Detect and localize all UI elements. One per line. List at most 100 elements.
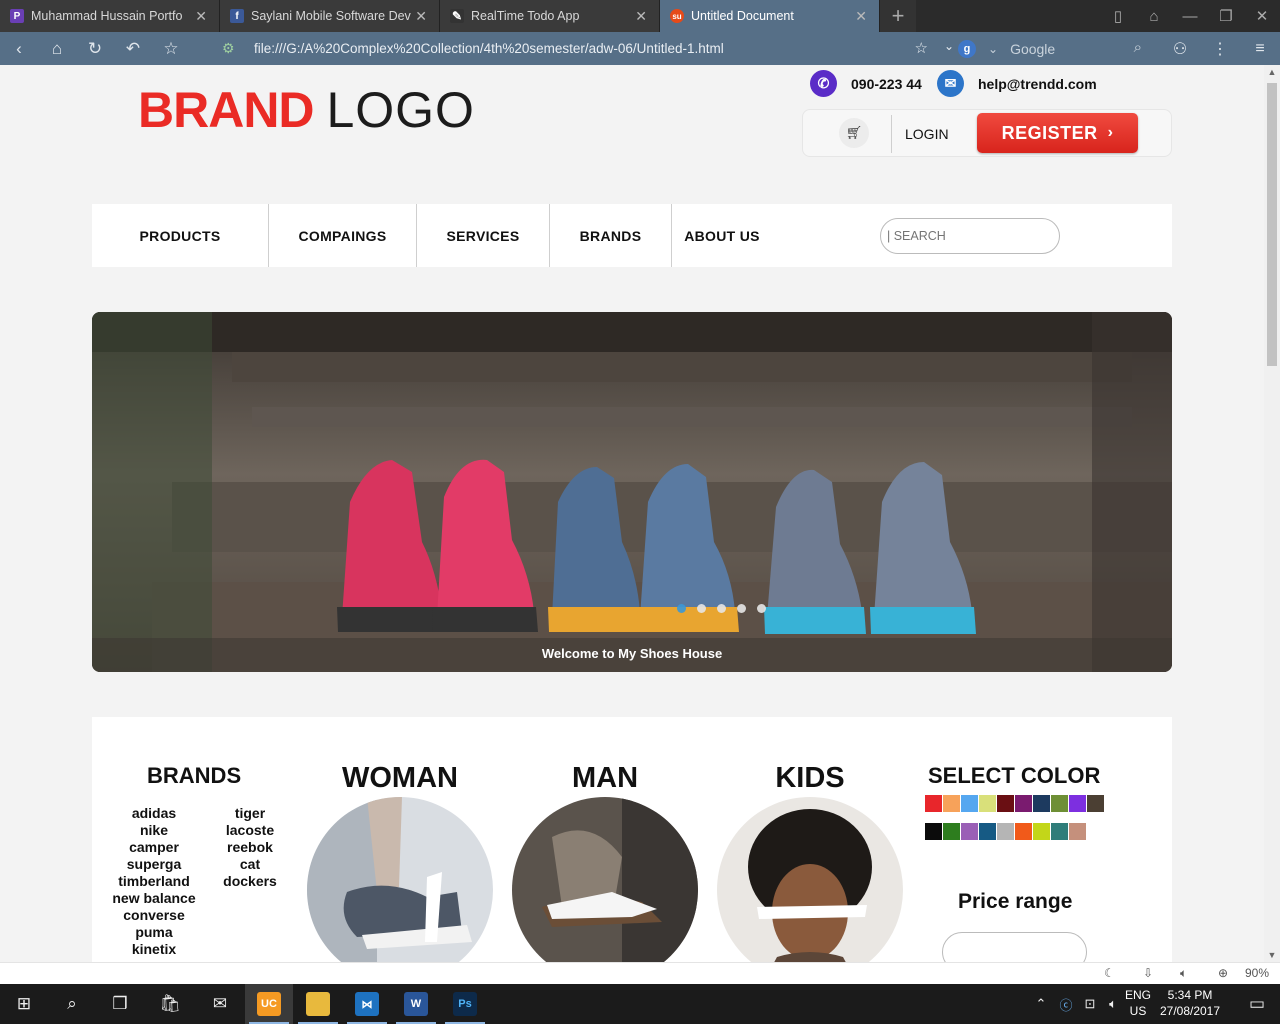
download-icon[interactable]: ⇩ bbox=[1143, 966, 1153, 980]
brand-link[interactable]: superga bbox=[106, 856, 202, 873]
search-icon[interactable]: ⌕ bbox=[48, 984, 96, 1024]
brand-link[interactable]: timberland bbox=[106, 873, 202, 890]
color-swatch[interactable] bbox=[925, 823, 942, 840]
address-bar[interactable]: ⚙ file:///G:/A%20Complex%20Collection/4t… bbox=[222, 36, 954, 61]
bookmark-star-icon[interactable]: ☆ bbox=[152, 32, 190, 65]
zoom-level[interactable]: 90% bbox=[1245, 966, 1269, 980]
shirt-skin-icon[interactable]: ⌂ bbox=[1136, 0, 1172, 32]
brand-link[interactable]: dockers bbox=[214, 873, 286, 890]
new-tab-button[interactable]: + bbox=[880, 0, 916, 32]
reload-icon[interactable]: ↻ bbox=[76, 32, 114, 65]
photoshop-icon[interactable]: Ps bbox=[441, 984, 489, 1024]
tab-close-icon[interactable]: ✕ bbox=[855, 8, 867, 25]
uc-browser-icon[interactable]: UC bbox=[245, 984, 293, 1024]
restore-icon[interactable]: ❐ bbox=[1208, 0, 1244, 32]
speaker-icon[interactable]: 🔈︎ bbox=[1102, 996, 1124, 1012]
slider-dot[interactable] bbox=[717, 604, 726, 613]
brand-link[interactable]: kinetix bbox=[106, 941, 202, 958]
brand-link[interactable]: nike bbox=[106, 822, 202, 839]
color-swatch[interactable] bbox=[1033, 795, 1050, 812]
engine-dropdown-icon[interactable]: ⌄ bbox=[988, 42, 998, 56]
nav-item-about-us[interactable]: ABOUT US bbox=[672, 204, 772, 267]
brand-link[interactable]: reebok bbox=[214, 839, 286, 856]
brand-link[interactable]: converse bbox=[106, 907, 202, 924]
nav-item-compaings[interactable]: COMPAINGS bbox=[269, 204, 416, 267]
search-engine-icon[interactable]: g bbox=[958, 39, 976, 58]
minimize-icon[interactable]: — bbox=[1172, 0, 1208, 32]
color-swatch[interactable] bbox=[1033, 823, 1050, 840]
price-range-input[interactable] bbox=[942, 932, 1087, 962]
system-clock[interactable]: 5:34 PM 27/08/2017 bbox=[1150, 987, 1230, 1019]
mail-icon[interactable]: ✉ bbox=[196, 984, 244, 1024]
action-center-icon[interactable]: ▭ bbox=[1234, 984, 1280, 1024]
show-hidden-icons-icon[interactable]: ⌃ bbox=[1028, 996, 1054, 1012]
category-kids[interactable]: KIDS bbox=[717, 761, 903, 962]
brand-link[interactable]: camper bbox=[106, 839, 202, 856]
nav-search-input[interactable] bbox=[880, 218, 1060, 254]
brand-link[interactable]: cat bbox=[214, 856, 286, 873]
slider-dot-active[interactable] bbox=[677, 604, 686, 613]
color-swatch[interactable] bbox=[979, 823, 996, 840]
browser-tab[interactable]: P Muhammad Hussain Portfo ✕ bbox=[0, 0, 220, 32]
color-swatch[interactable] bbox=[943, 823, 960, 840]
color-swatch[interactable] bbox=[961, 795, 978, 812]
more-menu-icon[interactable]: ⋮ bbox=[1200, 32, 1240, 65]
category-man[interactable]: MAN bbox=[512, 761, 698, 962]
vertical-scrollbar[interactable]: ▲ ▼ bbox=[1264, 65, 1280, 962]
search-icon[interactable]: ⌕ bbox=[1134, 39, 1142, 56]
color-swatch[interactable] bbox=[997, 823, 1014, 840]
color-swatch[interactable] bbox=[1069, 823, 1086, 840]
brand-logo[interactable]: BRAND LOGO bbox=[138, 85, 475, 135]
browser-tab[interactable]: ✎ RealTime Todo App ✕ bbox=[440, 0, 660, 32]
file-explorer-icon[interactable] bbox=[294, 984, 342, 1024]
brand-link[interactable]: lacoste bbox=[214, 822, 286, 839]
brand-link[interactable]: tiger bbox=[214, 805, 286, 822]
home-icon[interactable]: ⌂ bbox=[38, 32, 76, 65]
color-swatch[interactable] bbox=[925, 795, 942, 812]
night-mode-icon[interactable]: ☾ bbox=[1104, 966, 1115, 980]
nav-item-services[interactable]: SERVICES bbox=[417, 204, 549, 267]
zoom-icon[interactable]: ⊕ bbox=[1218, 966, 1228, 980]
color-swatch[interactable] bbox=[943, 795, 960, 812]
brand-link[interactable]: puma bbox=[106, 924, 202, 941]
hamburger-menu-icon[interactable]: ≡ bbox=[1240, 32, 1280, 65]
back-icon[interactable]: ‹ bbox=[0, 32, 38, 65]
nav-item-products[interactable]: PRODUCTS bbox=[92, 204, 268, 267]
tab-close-icon[interactable]: ✕ bbox=[415, 8, 427, 25]
slider-dot[interactable] bbox=[757, 604, 766, 613]
scrollbar-thumb[interactable] bbox=[1267, 83, 1277, 366]
tab-close-icon[interactable]: ✕ bbox=[635, 8, 647, 25]
slider-dot[interactable] bbox=[737, 604, 746, 613]
color-swatch[interactable] bbox=[1015, 823, 1032, 840]
visual-studio-code-icon[interactable]: ⋈ bbox=[343, 984, 391, 1024]
browser-tab-active[interactable]: su Untitled Document ✕ bbox=[660, 0, 880, 32]
favorite-star-icon[interactable]: ☆ bbox=[915, 39, 928, 57]
close-window-icon[interactable]: ✕ bbox=[1244, 0, 1280, 32]
scroll-down-icon[interactable]: ▼ bbox=[1264, 950, 1280, 960]
cortana-icon[interactable]: ⓒ bbox=[1054, 995, 1078, 1014]
color-swatch[interactable] bbox=[961, 823, 978, 840]
brand-link[interactable]: adidas bbox=[106, 805, 202, 822]
color-swatch[interactable] bbox=[1015, 795, 1032, 812]
undo-close-icon[interactable]: ↶ bbox=[114, 32, 152, 65]
browser-tab[interactable]: f Saylani Mobile Software Dev ✕ bbox=[220, 0, 440, 32]
slider-dot[interactable] bbox=[697, 604, 706, 613]
color-swatch[interactable] bbox=[979, 795, 996, 812]
tab-close-icon[interactable]: ✕ bbox=[195, 8, 207, 25]
windows-start-icon[interactable]: ⊞ bbox=[0, 984, 48, 1024]
store-icon[interactable]: 🛍︎ bbox=[146, 984, 194, 1024]
url-dropdown-icon[interactable]: ⌄ bbox=[944, 39, 954, 53]
cart-icon[interactable]: 🛒︎ bbox=[839, 118, 869, 148]
color-swatch[interactable] bbox=[1087, 795, 1104, 812]
email-address[interactable]: help@trendd.com bbox=[978, 76, 1097, 92]
account-icon[interactable]: ⚇ bbox=[1160, 32, 1200, 65]
register-button[interactable]: REGISTER › bbox=[977, 113, 1138, 153]
login-link[interactable]: LOGIN bbox=[905, 126, 949, 142]
search-engine-box[interactable]: g ⌄ Google ⌕ bbox=[958, 36, 1148, 61]
network-icon[interactable]: ⊡ bbox=[1078, 996, 1102, 1012]
scroll-up-icon[interactable]: ▲ bbox=[1264, 67, 1280, 77]
color-swatch[interactable] bbox=[997, 795, 1014, 812]
word-icon[interactable]: W bbox=[392, 984, 440, 1024]
color-swatch[interactable] bbox=[1051, 795, 1068, 812]
brand-link[interactable]: new balance bbox=[106, 890, 202, 907]
